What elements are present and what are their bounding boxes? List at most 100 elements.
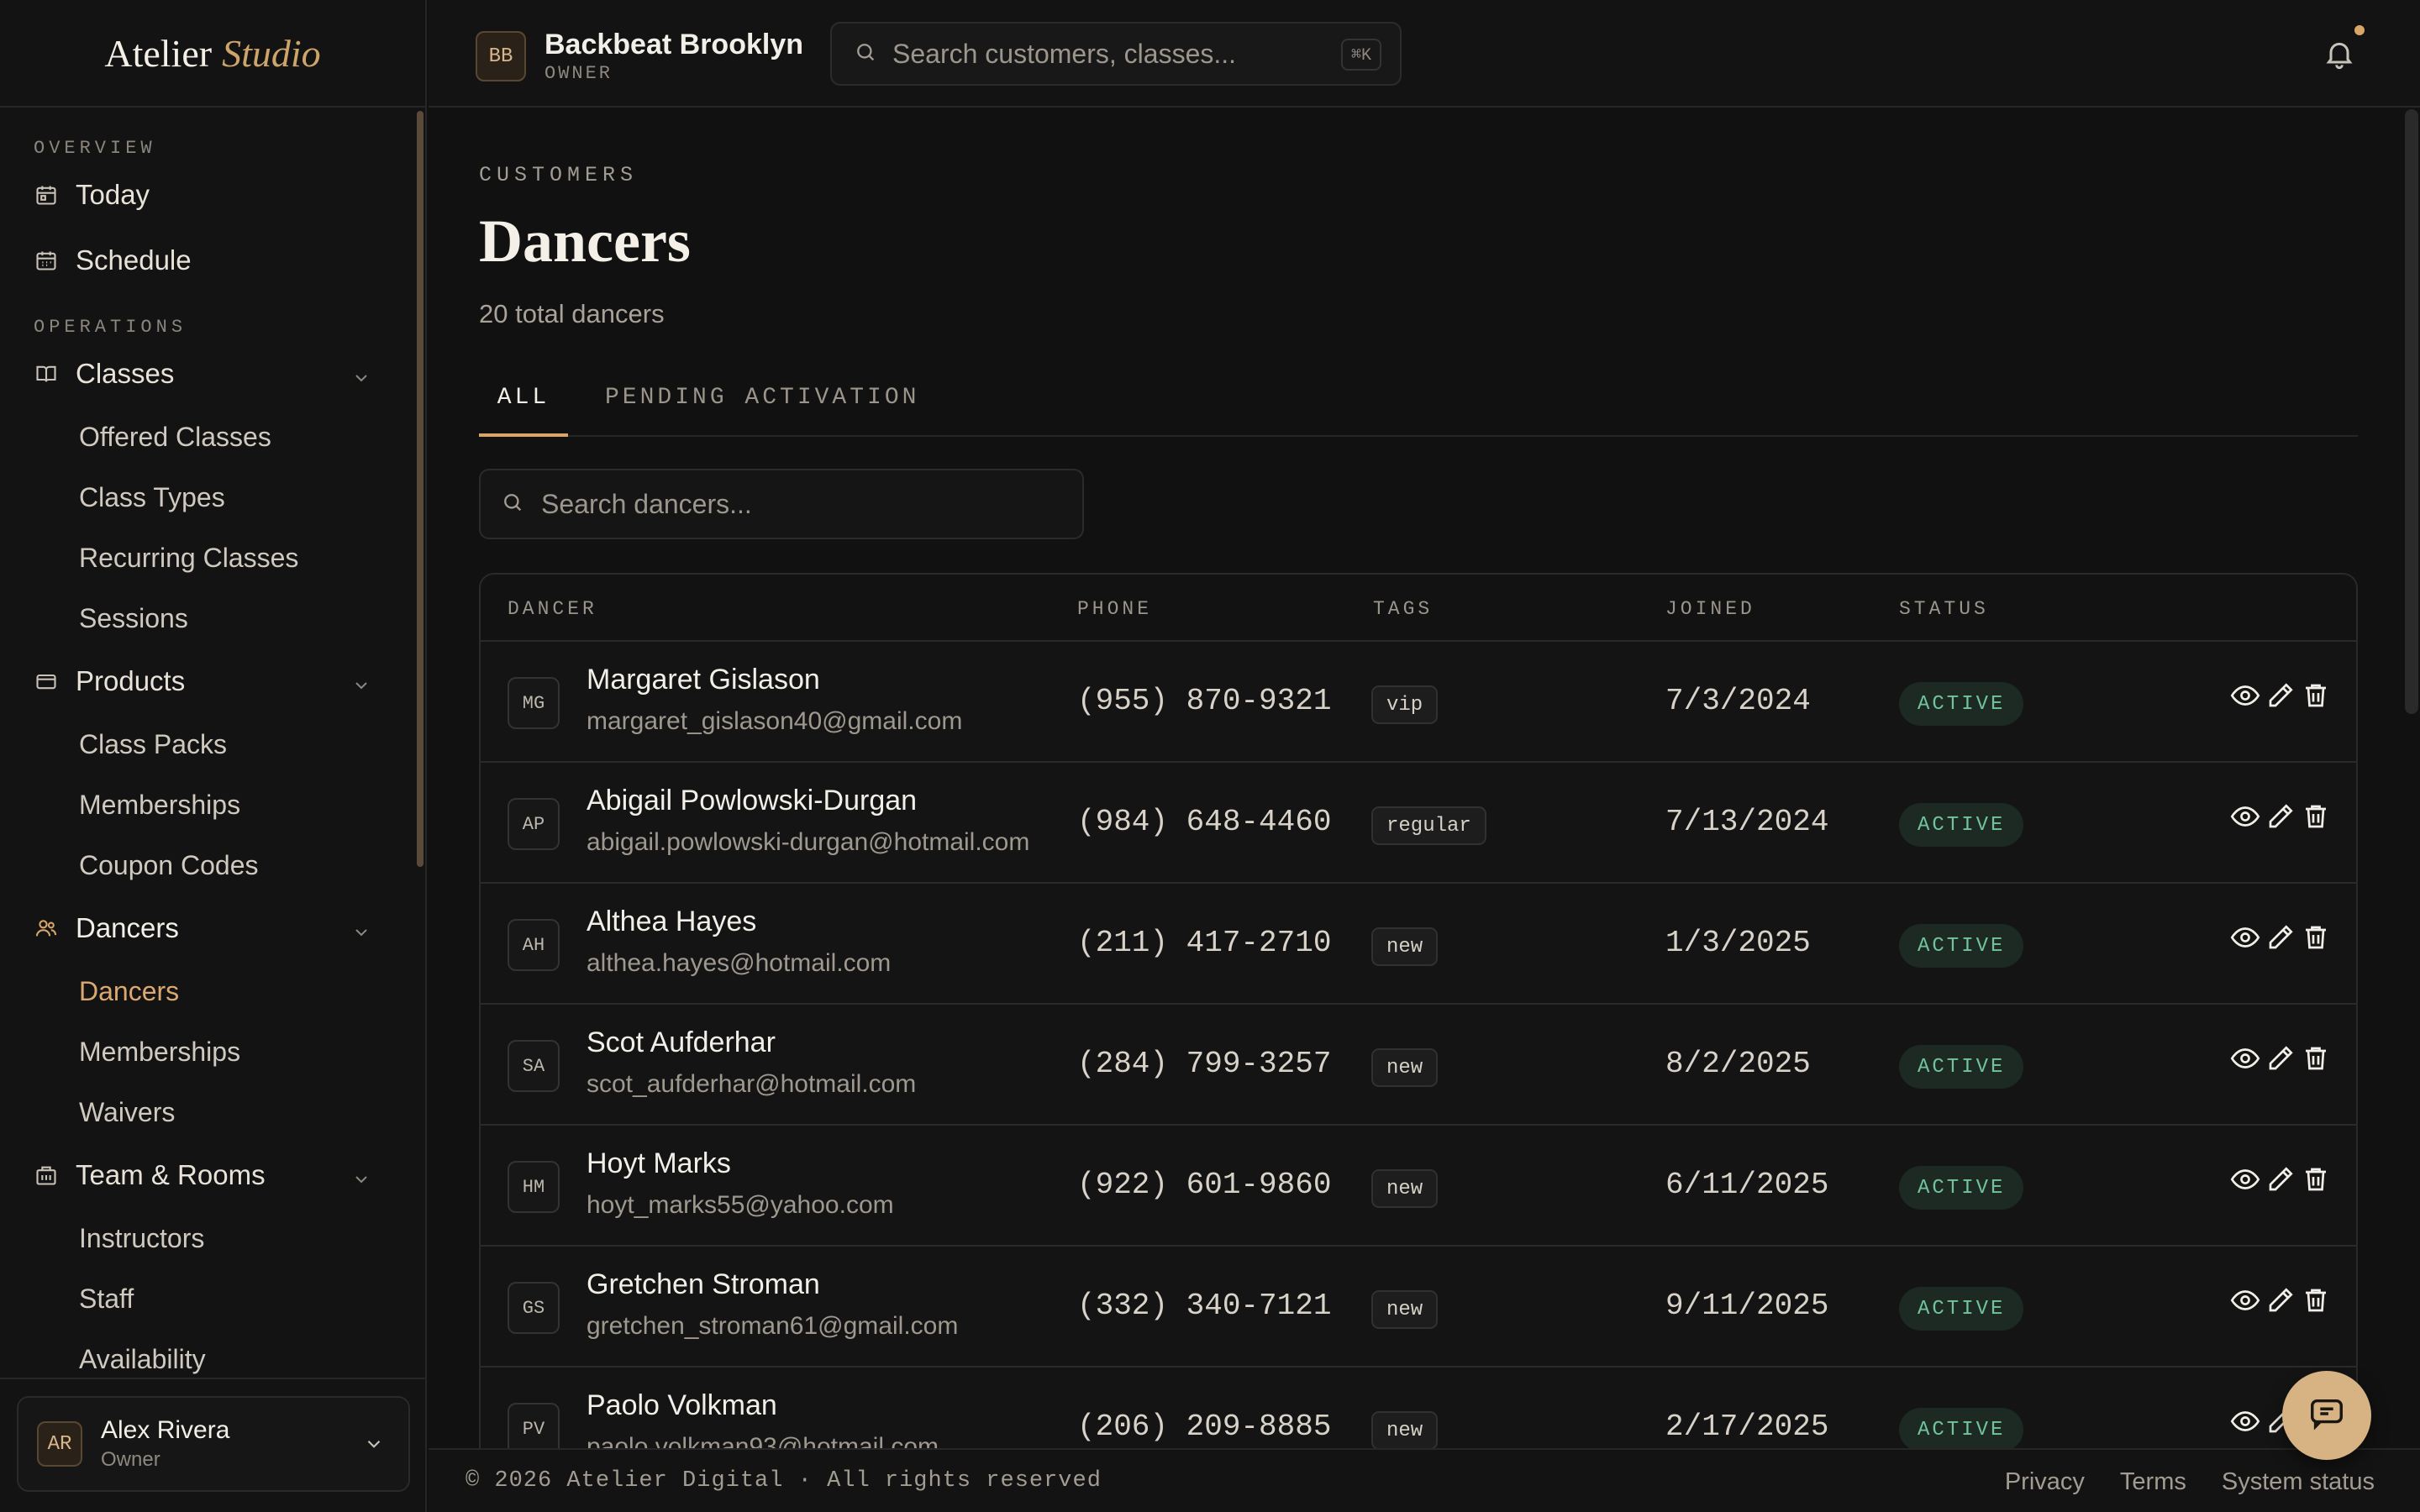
brand-logo[interactable]: Atelier Studio [0, 0, 425, 108]
delete-trash-icon[interactable] [2301, 922, 2331, 953]
status-badge: ACTIVE [1899, 803, 2024, 847]
notification-dot [2354, 25, 2365, 35]
view-eye-icon[interactable] [2230, 1043, 2260, 1074]
table-row[interactable]: HM Hoyt Marks hoyt_marks55@yahoo.com (922) … [481, 1126, 2356, 1247]
user-role: Owner [101, 1448, 160, 1471]
delete-trash-icon[interactable] [2301, 1285, 2331, 1315]
section-label-overview: OVERVIEW [34, 138, 156, 159]
tag-badge: new [1371, 927, 1439, 966]
sidebar-item-memberships[interactable]: Memberships [0, 774, 415, 835]
global-search-input[interactable]: Search customers, classes... ⌘K [830, 22, 1402, 86]
view-eye-icon[interactable] [2230, 801, 2260, 832]
sidebar-item-schedule[interactable]: Schedule [0, 228, 415, 293]
chevron-down-icon[interactable] [351, 917, 371, 937]
dancer-name[interactable]: Gretchen Stroman [587, 1268, 820, 1301]
view-eye-icon[interactable] [2230, 922, 2260, 953]
column-header-dancer[interactable]: DANCER [508, 598, 597, 620]
tab-all[interactable]: ALL [479, 378, 568, 437]
sidebar-item-classes[interactable]: Classes [0, 341, 415, 407]
table-row[interactable]: MG Margaret Gislason margaret_gislason40@g… [481, 642, 2356, 763]
table-row[interactable]: GS Gretchen Stroman gretchen_stroman61@gma… [481, 1247, 2356, 1368]
chevron-down-icon[interactable] [351, 363, 371, 383]
footer-link-privacy[interactable]: Privacy [2005, 1468, 2085, 1496]
dancer-email: hoyt_marks55@yahoo.com [587, 1191, 894, 1219]
table-row[interactable]: PV Paolo Volkman paolo.volkman93@hotmail.c… [481, 1368, 2356, 1448]
column-header-phone[interactable]: PHONE [1077, 598, 1152, 620]
org-avatar: BB [476, 31, 526, 81]
book-icon [34, 361, 59, 386]
chat-button[interactable] [2282, 1371, 2371, 1460]
tag-badge: new [1371, 1169, 1439, 1208]
sidebar-item-offered-classes[interactable]: Offered Classes [0, 407, 415, 467]
delete-trash-icon[interactable] [2301, 801, 2331, 832]
footer-link-system-status[interactable]: System status [2222, 1468, 2375, 1496]
delete-trash-icon[interactable] [2301, 1043, 2331, 1074]
sidebar-item-coupon-codes[interactable]: Coupon Codes [0, 835, 415, 895]
dancer-name[interactable]: Hoyt Marks [587, 1147, 731, 1180]
sidebar-item-team-rooms[interactable]: Team & Rooms [0, 1142, 415, 1208]
edit-pencil-icon[interactable] [2265, 1043, 2296, 1074]
table-header: DANCER PHONE TAGS JOINED STATUS [481, 575, 2356, 642]
sidebar-item-dancers[interactable]: Dancers [0, 895, 415, 961]
view-eye-icon[interactable] [2230, 1285, 2260, 1315]
tag-badge: new [1371, 1290, 1439, 1329]
sidebar-item-sessions[interactable]: Sessions [0, 588, 415, 648]
footer-link-terms[interactable]: Terms [2120, 1468, 2186, 1496]
dancer-name[interactable]: Scot Aufderhar [587, 1026, 776, 1059]
dancer-name[interactable]: Paolo Volkman [587, 1389, 777, 1422]
delete-trash-icon[interactable] [2301, 680, 2331, 711]
view-eye-icon[interactable] [2230, 680, 2260, 711]
sidebar-item-today[interactable]: Today [0, 162, 415, 228]
app-shell: Atelier Studio OVERVIEW Today Schedule O… [0, 0, 2420, 1512]
edit-pencil-icon[interactable] [2265, 922, 2296, 953]
sidebar-item-instructors[interactable]: Instructors [0, 1208, 415, 1268]
chevron-down-icon[interactable] [351, 670, 371, 690]
dancer-phone: (211) 417-2710 [1077, 926, 1332, 960]
dancer-name[interactable]: Abigail Powlowski-Durgan [587, 785, 917, 817]
dancer-name[interactable]: Althea Hayes [587, 906, 756, 938]
table-row[interactable]: SA Scot Aufderhar scot_aufderhar@hotmail.c… [481, 1005, 2356, 1126]
sidebar-item-dancers-list[interactable]: Dancers [0, 961, 415, 1021]
brand-name-accent: Studio [222, 31, 321, 75]
view-eye-icon[interactable] [2230, 1164, 2260, 1194]
tag-badge: new [1371, 1048, 1439, 1087]
sidebar-item-products[interactable]: Products [0, 648, 415, 714]
edit-pencil-icon[interactable] [2265, 801, 2296, 832]
sidebar-item-staff[interactable]: Staff [0, 1268, 415, 1329]
table-row[interactable]: AH Althea Hayes althea.hayes@hotmail.com (2… [481, 884, 2356, 1005]
chevron-down-icon[interactable] [351, 1164, 371, 1184]
column-header-joined[interactable]: JOINED [1665, 598, 1755, 620]
shortcut-hint: ⌘K [1340, 39, 1381, 71]
search-icon [854, 40, 877, 68]
edit-pencil-icon[interactable] [2265, 680, 2296, 711]
dancer-name[interactable]: Margaret Gislason [587, 664, 820, 696]
view-eye-icon[interactable] [2230, 1406, 2260, 1436]
column-header-tags[interactable]: TAGS [1373, 598, 1433, 620]
notifications-bell-icon[interactable] [2323, 37, 2356, 71]
status-badge: ACTIVE [1899, 1408, 2024, 1448]
sidebar-item-availability[interactable]: Availability [0, 1329, 415, 1378]
column-header-status[interactable]: STATUS [1899, 598, 1989, 620]
sidebar-item-waivers[interactable]: Waivers [0, 1082, 415, 1142]
search-placeholder: Search dancers... [541, 488, 752, 519]
main-scrollbar[interactable] [2405, 109, 2418, 714]
sidebar-item-dancer-memberships[interactable]: Memberships [0, 1021, 415, 1082]
user-menu[interactable]: AR Alex Rivera Owner [17, 1396, 410, 1492]
table-row[interactable]: AP Abigail Powlowski-Durgan abigail.powlow… [481, 763, 2356, 884]
delete-trash-icon[interactable] [2301, 1164, 2331, 1194]
row-actions [2230, 1043, 2331, 1074]
row-actions [2230, 922, 2331, 953]
sidebar-item-recurring-classes[interactable]: Recurring Classes [0, 528, 415, 588]
dancer-search-input[interactable]: Search dancers... [479, 469, 1084, 539]
org-name: Backbeat Brooklyn [544, 29, 803, 60]
brand-name: Atelier [104, 31, 213, 75]
sidebar-item-class-types[interactable]: Class Types [0, 467, 415, 528]
sidebar-item-class-packs[interactable]: Class Packs [0, 714, 415, 774]
tab-pending-activation[interactable]: PENDING ACTIVATION [605, 378, 919, 437]
edit-pencil-icon[interactable] [2265, 1164, 2296, 1194]
edit-pencil-icon[interactable] [2265, 1285, 2296, 1315]
dancer-email: paolo.volkman93@hotmail.com [587, 1433, 939, 1448]
sidebar-scrollbar[interactable] [417, 111, 424, 867]
org-switcher[interactable]: BB Backbeat Brooklyn OWNER [476, 29, 803, 84]
dancer-email: althea.hayes@hotmail.com [587, 949, 892, 977]
